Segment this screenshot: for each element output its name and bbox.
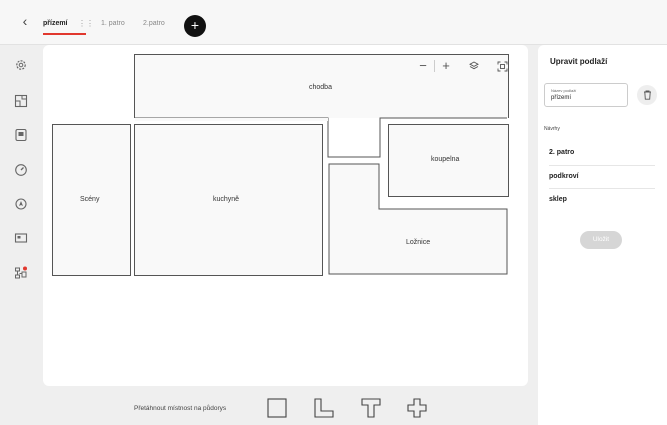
trash-icon [643,90,651,100]
cross-shape-icon[interactable] [407,398,427,418]
floor-name-value: přízemí [551,95,572,101]
panel-title: Upravit podlaží [550,57,608,66]
room-label-loznice: Ložnice [406,239,431,246]
suggestions-title: Návrhy [544,126,560,132]
save-button[interactable]: Uložit [580,231,622,249]
drag-room-hint: Přetáhnout místnost na půdorys [134,405,227,412]
zoom-controls: − + [412,56,513,76]
floor-name-label: Název podlaží [551,88,577,93]
delete-floor-button[interactable] [637,85,657,105]
zoom-in-button[interactable]: + [435,56,457,76]
suggestion-item[interactable]: podkroví [549,166,655,188]
layers-icon[interactable] [457,56,491,76]
room-shapes-bar: Přetáhnout místnost na půdorys [43,390,528,425]
zoom-out-button[interactable]: − [412,56,434,76]
suggestion-item[interactable]: 2. patro [549,142,655,164]
floor-name-field[interactable]: Název podlaží přízemí [544,83,628,107]
l-shape-icon[interactable] [314,398,334,418]
fit-to-screen-icon[interactable] [491,56,513,76]
square-shape-icon[interactable] [267,398,287,418]
suggestion-item[interactable]: sklep [549,189,655,211]
edit-floor-panel: Upravit podlaží Název podlaží přízemí Ná… [538,45,667,425]
t-shape-icon[interactable] [361,398,381,418]
